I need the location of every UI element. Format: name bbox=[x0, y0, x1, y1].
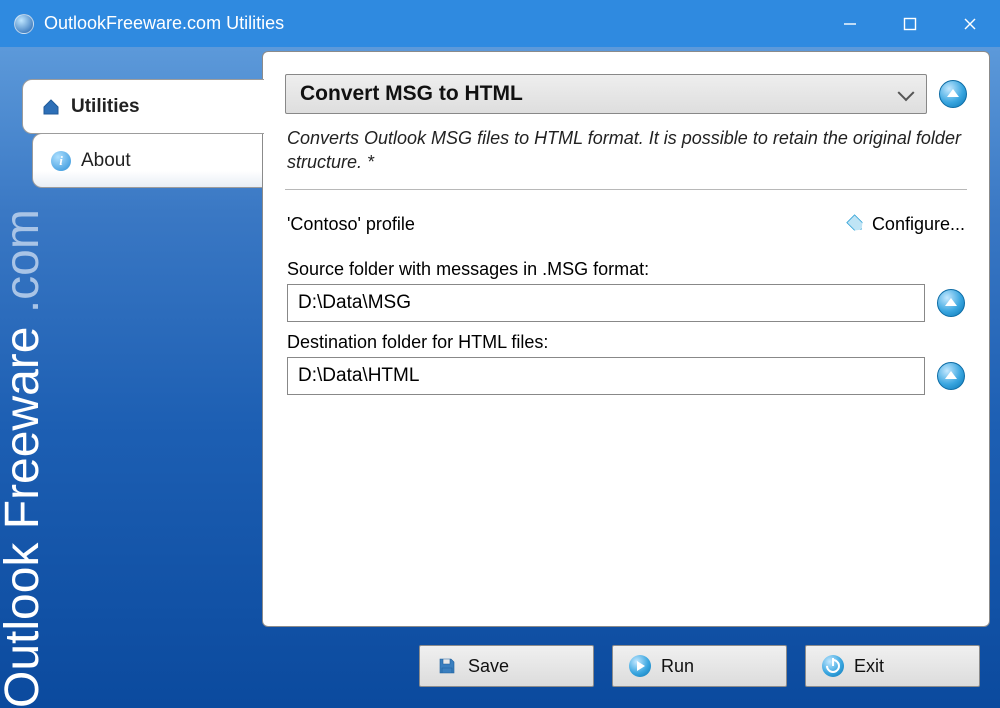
close-button[interactable] bbox=[940, 0, 1000, 47]
main-panel: Convert MSG to HTML Converts Outlook MSG… bbox=[262, 51, 990, 627]
utility-selector[interactable]: Convert MSG to HTML bbox=[285, 74, 927, 114]
configure-link[interactable]: Configure... bbox=[846, 214, 965, 235]
tag-icon bbox=[842, 210, 870, 238]
configure-label: Configure... bbox=[872, 214, 965, 235]
source-folder-input[interactable] bbox=[287, 284, 925, 322]
minimize-button[interactable] bbox=[820, 0, 880, 47]
exit-label: Exit bbox=[854, 656, 884, 677]
browse-source-button[interactable] bbox=[937, 289, 965, 317]
browse-dest-button[interactable] bbox=[937, 362, 965, 390]
tab-label: About bbox=[81, 150, 131, 172]
tab-strip: Utilities About bbox=[10, 51, 262, 627]
utility-description: Converts Outlook MSG files to HTML forma… bbox=[285, 122, 967, 190]
play-icon bbox=[629, 655, 651, 677]
tab-label: Utilities bbox=[71, 96, 140, 118]
source-folder-label: Source folder with messages in .MSG form… bbox=[287, 259, 965, 280]
title-bar: OutlookFreeware.com Utilities bbox=[0, 0, 1000, 47]
app-icon bbox=[14, 14, 34, 34]
save-icon bbox=[436, 655, 458, 677]
profile-label: 'Contoso' profile bbox=[287, 214, 415, 235]
home-icon bbox=[41, 97, 61, 117]
save-label: Save bbox=[468, 656, 509, 677]
utility-title: Convert MSG to HTML bbox=[300, 82, 523, 106]
dest-folder-label: Destination folder for HTML files: bbox=[287, 332, 965, 353]
window-controls bbox=[820, 0, 1000, 47]
run-label: Run bbox=[661, 656, 694, 677]
maximize-button[interactable] bbox=[880, 0, 940, 47]
run-button[interactable]: Run bbox=[612, 645, 787, 687]
info-icon bbox=[51, 151, 71, 171]
collapse-button[interactable] bbox=[939, 80, 967, 108]
button-bar: Save Run Exit bbox=[10, 645, 990, 687]
save-button[interactable]: Save bbox=[419, 645, 594, 687]
power-icon bbox=[822, 655, 844, 677]
dest-folder-input[interactable] bbox=[287, 357, 925, 395]
tab-about[interactable]: About bbox=[32, 133, 262, 188]
tab-utilities[interactable]: Utilities bbox=[22, 79, 264, 134]
exit-button[interactable]: Exit bbox=[805, 645, 980, 687]
window-title: OutlookFreeware.com Utilities bbox=[44, 13, 284, 34]
